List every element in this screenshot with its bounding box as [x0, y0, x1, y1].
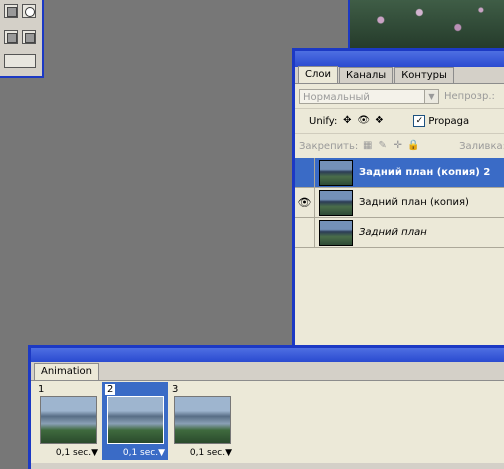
frame-delay[interactable]: 0,1 sec.▼: [190, 448, 232, 458]
marquee-tool-icon[interactable]: [4, 4, 18, 18]
frame-number: 1: [38, 384, 45, 395]
frame-thumbnail: [107, 396, 164, 444]
quick-mask-icon[interactable]: [4, 30, 18, 44]
animation-frame[interactable]: 2 0,1 sec.▼: [102, 382, 168, 460]
layer-row[interactable]: Задний план (копия) 2: [295, 158, 504, 188]
chevron-down-icon[interactable]: ▼: [424, 89, 438, 103]
unify-position-icon[interactable]: ✥: [341, 115, 353, 127]
frame-thumbnail: [174, 396, 231, 444]
layers-panel-titlebar[interactable]: [295, 51, 504, 67]
propagate-checkbox[interactable]: ✓: [413, 115, 426, 127]
lock-row: Закрепить: ▦ ✎ ✛ 🔒 Заливка:: [295, 134, 504, 159]
unify-label: Unify:: [309, 115, 338, 127]
frames-strip: 1 0,1 sec.▼ 2 0,1 sec.▼ 3 0,1 sec.▼: [35, 382, 236, 460]
document-canvas[interactable]: [348, 0, 504, 50]
lock-all-icon[interactable]: 🔒: [407, 140, 419, 152]
layer-name: Задний план (копия): [359, 197, 469, 208]
frame-number: 3: [172, 384, 179, 395]
blend-row: Нормальный ▼ Непрозр.:: [295, 84, 504, 109]
layers-tabs: Слои Каналы Контуры: [295, 66, 504, 84]
unify-row: Unify: ✥ 👁 ❖ ✓ Propaga: [295, 109, 504, 134]
layers-panel: Слои Каналы Контуры Нормальный ▼ Непрозр…: [292, 48, 504, 348]
layer-row[interactable]: Задний план: [295, 218, 504, 248]
layer-name: Задний план (копия) 2: [359, 167, 491, 178]
layer-thumbnail: [319, 219, 353, 246]
blend-mode-value: Нормальный: [303, 91, 370, 103]
layer-thumbnail: [319, 159, 353, 186]
frame-number: 2: [105, 384, 116, 395]
jump-to-imageready-icon[interactable]: [4, 54, 36, 68]
animation-controls-bar[interactable]: [31, 463, 504, 469]
frame-delay[interactable]: 0,1 sec.▼: [123, 448, 165, 458]
tools-palette: [0, 0, 44, 78]
opacity-label: Непрозр.:: [444, 90, 495, 102]
visibility-toggle[interactable]: [295, 158, 315, 187]
tab-animation[interactable]: Animation: [34, 363, 99, 380]
unify-visibility-icon[interactable]: 👁: [357, 115, 370, 127]
visibility-toggle[interactable]: 👁: [295, 188, 315, 217]
animation-frame[interactable]: 1 0,1 sec.▼: [35, 382, 101, 460]
tab-channels[interactable]: Каналы: [339, 67, 394, 83]
lock-brush-icon[interactable]: ✎: [377, 140, 388, 152]
fill-label: Заливка:: [459, 140, 504, 152]
animation-tabs: Animation: [31, 362, 504, 381]
ellipse-tool-icon[interactable]: [22, 4, 36, 18]
tab-layers[interactable]: Слои: [298, 66, 338, 83]
layer-name: Задний план: [359, 227, 427, 238]
animation-panel-titlebar[interactable]: [31, 348, 504, 362]
frame-thumbnail: [40, 396, 97, 444]
lock-label: Закрепить:: [299, 140, 359, 152]
animation-frame[interactable]: 3 0,1 sec.▼: [169, 382, 235, 460]
eye-icon: 👁: [297, 196, 312, 209]
frame-delay[interactable]: 0,1 sec.▼: [56, 448, 98, 458]
layer-thumbnail: [319, 189, 353, 216]
layer-list: Задний план (копия) 2 👁 Задний план (коп…: [295, 158, 504, 248]
propagate-label: Propaga: [428, 115, 470, 127]
unify-style-icon[interactable]: ❖: [373, 115, 385, 127]
lock-move-icon[interactable]: ✛: [392, 140, 403, 152]
visibility-toggle[interactable]: [295, 218, 315, 247]
lock-transparency-icon[interactable]: ▦: [362, 140, 373, 152]
blend-mode-select[interactable]: Нормальный ▼: [299, 88, 439, 104]
layer-row[interactable]: 👁 Задний план (копия): [295, 188, 504, 218]
animation-panel: Animation 1 0,1 sec.▼ 2 0,1 sec.▼ 3 0,1 …: [28, 345, 504, 469]
standard-mode-icon[interactable]: [22, 30, 36, 44]
tab-paths[interactable]: Контуры: [394, 67, 454, 83]
